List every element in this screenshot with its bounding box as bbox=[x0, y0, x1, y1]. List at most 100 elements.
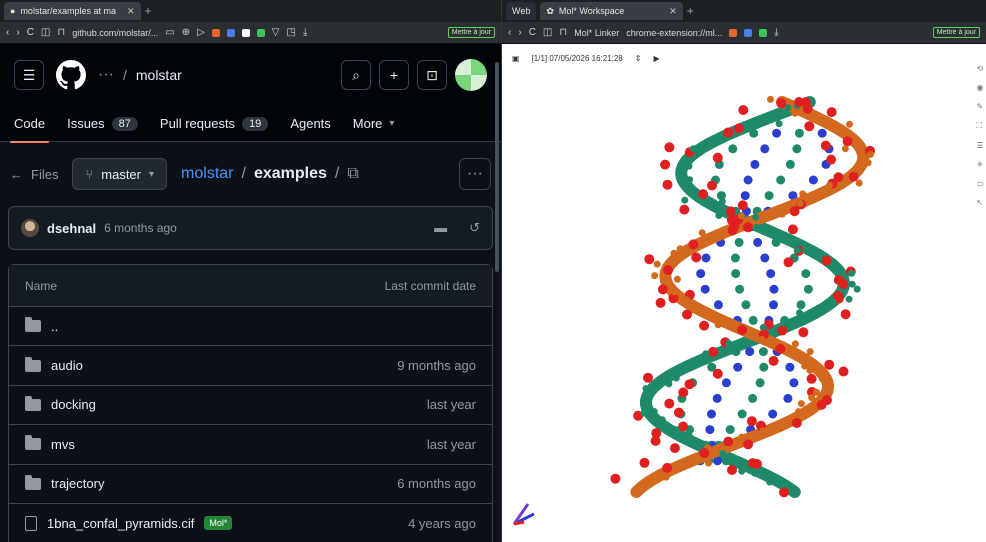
filter-icon[interactable]: ▽ bbox=[272, 27, 280, 38]
brave-shield-icon[interactable] bbox=[211, 28, 220, 37]
right-tab-molstar[interactable]: ✿ Mol* Workspace ✕ bbox=[540, 2, 683, 20]
tab-issues[interactable]: Issues 87 bbox=[67, 106, 138, 142]
path-repo-link[interactable]: molstar bbox=[181, 165, 233, 183]
atom bbox=[785, 362, 795, 372]
download-icon[interactable]: ⤓ bbox=[303, 27, 307, 38]
table-row[interactable]: docking last year bbox=[9, 386, 492, 426]
close-icon[interactable]: ✕ bbox=[127, 6, 135, 17]
molecule-viewport[interactable] bbox=[522, 72, 962, 542]
expand-icon[interactable]: ⛶ bbox=[976, 121, 984, 131]
scrollbar[interactable] bbox=[495, 62, 499, 272]
atom bbox=[731, 269, 741, 279]
reload-icon[interactable]: C bbox=[529, 27, 536, 38]
download-icon[interactable]: ⤓ bbox=[774, 27, 778, 38]
table-row[interactable]: 1bna_confal_pyramids.cif Mol* 4 years ago bbox=[9, 504, 492, 542]
tab-agents[interactable]: Agents bbox=[290, 106, 330, 142]
files-toggle-button[interactable]: ← Files bbox=[10, 167, 58, 182]
play-icon[interactable]: ▶ bbox=[653, 54, 659, 63]
row-name[interactable]: audio bbox=[51, 358, 83, 373]
menu-icon[interactable]: ☰ bbox=[14, 60, 44, 90]
tab-pull-requests[interactable]: Pull requests 19 bbox=[160, 106, 269, 142]
extension-icon[interactable] bbox=[744, 28, 753, 37]
extension-icon[interactable] bbox=[226, 28, 235, 37]
forward-icon[interactable]: › bbox=[518, 27, 521, 38]
github-logo-icon[interactable] bbox=[56, 60, 86, 90]
atom bbox=[776, 175, 786, 185]
plus-icon[interactable]: + bbox=[379, 60, 409, 90]
table-row[interactable]: .. bbox=[9, 307, 492, 347]
row-name[interactable]: docking bbox=[51, 397, 96, 412]
author-avatar[interactable] bbox=[21, 219, 39, 237]
more-icon[interactable]: ··· bbox=[98, 66, 114, 84]
breadcrumb-separator: / bbox=[122, 67, 127, 83]
extension-icon[interactable] bbox=[759, 28, 768, 37]
table-row[interactable]: trajectory 6 months ago bbox=[9, 465, 492, 504]
commit-author[interactable]: dsehnal bbox=[47, 221, 96, 236]
pointer-icon[interactable]: ↖ bbox=[976, 198, 984, 207]
bookmark-icon[interactable]: ⊓ bbox=[559, 27, 567, 38]
puzzle-icon[interactable]: ◳ bbox=[286, 27, 295, 38]
linker-label[interactable]: Mol* Linker bbox=[574, 28, 619, 38]
atom bbox=[778, 210, 786, 218]
table-row[interactable]: mvs last year bbox=[9, 425, 492, 465]
screen-icon[interactable]: ▭ bbox=[165, 27, 174, 38]
folder-icon bbox=[25, 435, 41, 451]
row-name[interactable]: .. bbox=[51, 319, 58, 334]
sidebar-icon[interactable]: ◫ bbox=[543, 27, 552, 38]
breadcrumb-repo[interactable]: molstar bbox=[136, 67, 182, 83]
search-icon[interactable]: ⌕ bbox=[341, 60, 371, 90]
inbox-icon[interactable]: ⊡ bbox=[417, 60, 447, 90]
left-tab-github[interactable]: ● molstar/examples at ma ✕ bbox=[4, 2, 141, 20]
forward-icon[interactable]: › bbox=[16, 27, 19, 38]
tools-icon[interactable]: ✎ bbox=[976, 102, 984, 111]
new-tab-icon[interactable]: + bbox=[687, 4, 694, 18]
screenshot-icon[interactable]: ◉ bbox=[976, 83, 984, 92]
brave-shield-icon[interactable] bbox=[729, 28, 738, 37]
light-icon[interactable]: ✳ bbox=[976, 160, 984, 169]
atom bbox=[685, 432, 693, 440]
more-options-button[interactable]: ··· bbox=[459, 158, 491, 190]
atom bbox=[642, 480, 650, 488]
atom bbox=[734, 237, 744, 247]
atom bbox=[705, 459, 712, 467]
left-url[interactable]: github.com/molstar/... bbox=[72, 28, 158, 38]
play-icon[interactable]: ▷ bbox=[197, 27, 205, 38]
chevron-updown-icon[interactable]: ⇕ bbox=[635, 54, 642, 63]
file-navigation: ← Files ⑂ master ▾ molstar / examples / … bbox=[0, 142, 501, 206]
row-name[interactable]: 1bna_confal_pyramids.cif bbox=[47, 516, 194, 531]
atom bbox=[738, 105, 749, 115]
extension-icon[interactable] bbox=[256, 28, 265, 37]
close-icon[interactable]: ✕ bbox=[669, 6, 677, 17]
new-tab-icon[interactable]: + bbox=[145, 4, 152, 18]
reset-camera-icon[interactable]: ⟲ bbox=[976, 64, 984, 73]
row-name[interactable]: trajectory bbox=[51, 476, 104, 491]
update-button[interactable]: Mettre à jour bbox=[932, 27, 980, 38]
web-tab[interactable]: Web bbox=[506, 2, 537, 20]
tab-more[interactable]: More ▾ bbox=[353, 106, 395, 142]
avatar[interactable] bbox=[455, 59, 487, 91]
back-icon[interactable]: ‹ bbox=[508, 27, 511, 38]
tab-code[interactable]: Code bbox=[9, 106, 50, 143]
atom bbox=[775, 425, 783, 433]
atom bbox=[797, 400, 805, 408]
extension-icon[interactable] bbox=[241, 28, 250, 37]
ellipsis-icon[interactable]: ▬ bbox=[434, 220, 447, 236]
update-button[interactable]: Mettre à jour bbox=[447, 27, 495, 38]
vr-icon[interactable]: ▭ bbox=[976, 179, 984, 188]
row-name[interactable]: mvs bbox=[51, 437, 75, 452]
branch-selector[interactable]: ⑂ master ▾ bbox=[72, 158, 168, 190]
reload-icon[interactable]: C bbox=[27, 27, 34, 38]
copy-path-icon[interactable]: ⧉ bbox=[347, 165, 358, 183]
back-icon[interactable]: ‹ bbox=[6, 27, 9, 38]
bookmark-icon[interactable]: ⊓ bbox=[57, 27, 65, 38]
atom bbox=[644, 254, 655, 265]
zoom-icon[interactable]: ⊕ bbox=[182, 27, 190, 38]
sidebar-icon[interactable]: ◫ bbox=[41, 27, 50, 38]
table-row[interactable]: audio 9 months ago bbox=[9, 346, 492, 386]
molstar-badge[interactable]: Mol* bbox=[204, 516, 233, 531]
settings-icon[interactable]: ☰ bbox=[976, 141, 984, 150]
history-icon[interactable]: ↺ bbox=[469, 220, 480, 236]
snapshot-icon[interactable]: ▣ bbox=[512, 54, 520, 63]
right-url[interactable]: chrome-extension://ml... bbox=[626, 28, 722, 38]
snapshot-selector[interactable]: [1/1] 07/05/2026 16:21:28 bbox=[532, 54, 623, 63]
